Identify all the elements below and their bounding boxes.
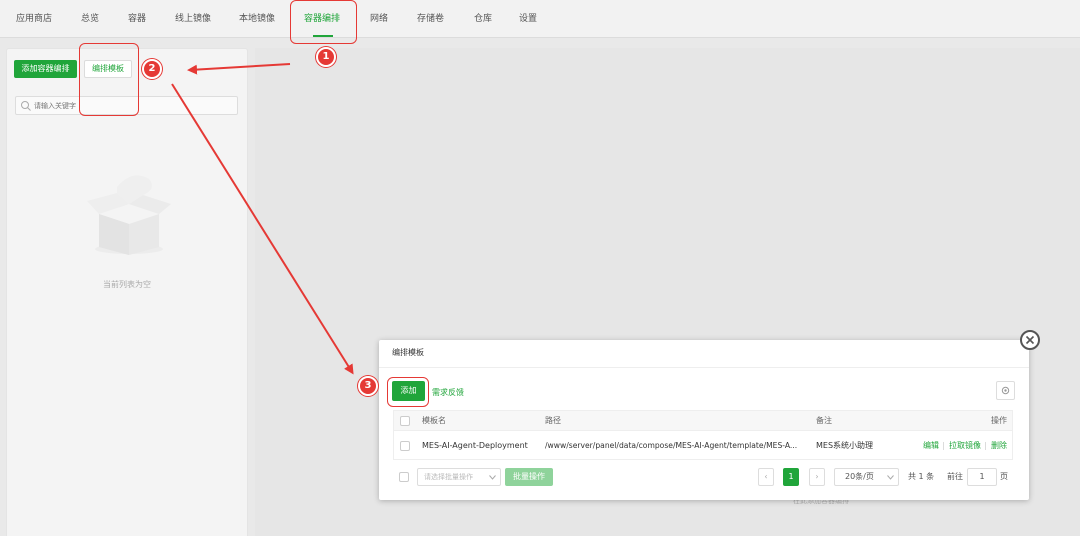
header-name: 模板名 [422, 416, 446, 425]
chevron-down-icon [489, 475, 496, 480]
template-name: MES-AI-Agent-Deployment [422, 441, 528, 450]
edit-link[interactable]: 编辑 [923, 440, 939, 452]
row-checkbox[interactable] [400, 441, 410, 451]
add-compose-button[interactable]: 添加容器编排 [14, 60, 77, 78]
page-size-value: 20条/页 [845, 472, 874, 481]
annotation-box-template-button [79, 43, 139, 116]
nav-tab-online-images[interactable]: 线上镜像 [175, 0, 211, 38]
goto-label: 前往 [947, 472, 963, 481]
template-dialog: 编排模板 添加 需求反馈 模板名 路径 备注 操作 MES-AI-Agent-D… [379, 340, 1029, 500]
batch-operation-select[interactable]: 请选择批量操作 [417, 468, 501, 486]
annotation-number-1: 1 [316, 47, 336, 67]
header-ops: 操作 [991, 416, 1007, 425]
nav-tab-app-store[interactable]: 应用商店 [16, 0, 52, 38]
nav-tab-settings[interactable]: 设置 [519, 0, 537, 38]
top-nav: 应用商店 总览 容器 线上镜像 本地镜像 容器编排 网络 存储卷 仓库 设置 [0, 0, 1080, 38]
dialog-title: 编排模板 [392, 348, 424, 357]
select-all-checkbox[interactable] [400, 416, 410, 426]
delete-link[interactable]: 删除 [991, 440, 1007, 452]
dialog-close-button[interactable] [1020, 330, 1040, 350]
chevron-down-icon [887, 475, 894, 480]
table-header: 模板名 路径 备注 操作 [394, 411, 1012, 431]
nav-tab-overview[interactable]: 总览 [81, 0, 99, 38]
annotation-box-add-button [387, 377, 429, 407]
pull-image-link[interactable]: 拉取镜像 [949, 440, 981, 452]
op-separator: | [942, 441, 945, 450]
annotation-number-2: 2 [142, 59, 162, 79]
batch-operation-button[interactable]: 批量操作 [505, 468, 553, 486]
total-count: 共 1 条 [908, 472, 935, 481]
feedback-link[interactable]: 需求反馈 [432, 387, 464, 398]
settings-button[interactable] [996, 381, 1015, 400]
nav-tab-containers[interactable]: 容器 [128, 0, 146, 38]
next-page-button[interactable]: › [809, 468, 825, 486]
compose-list-panel: 添加容器编排 编排模板 当前列表为空 [6, 48, 248, 536]
empty-box-icon [87, 175, 171, 255]
dialog-divider [379, 367, 1029, 368]
page-size-select[interactable]: 20条/页 [834, 468, 899, 486]
footer-select-all-checkbox[interactable] [399, 472, 409, 482]
op-separator: | [984, 441, 987, 450]
empty-list-text: 当前列表为空 [103, 280, 151, 289]
annotation-number-3: 3 [358, 376, 378, 396]
batch-select-placeholder: 请选择批量操作 [424, 473, 473, 481]
header-remark: 备注 [816, 416, 832, 425]
prev-page-button[interactable]: ‹ [758, 468, 774, 486]
close-icon [1025, 335, 1035, 345]
annotation-box-compose-tab [290, 0, 357, 44]
gear-icon [1001, 386, 1010, 395]
nav-tab-network[interactable]: 网络 [370, 0, 388, 38]
goto-page-input[interactable]: 1 [967, 468, 997, 486]
table-row: MES-AI-Agent-Deployment /www/server/pane… [394, 432, 1012, 460]
search-icon [21, 101, 31, 111]
page-unit: 页 [1000, 472, 1008, 481]
nav-tab-local-images[interactable]: 本地镜像 [239, 0, 275, 38]
nav-tab-volumes[interactable]: 存储卷 [417, 0, 444, 38]
template-path: /www/server/panel/data/compose/MES-AI-Ag… [545, 441, 798, 450]
current-page-button[interactable]: 1 [783, 468, 799, 486]
template-remark: MES系统小助理 [816, 441, 874, 450]
nav-tab-registry[interactable]: 仓库 [474, 0, 492, 38]
template-table: 模板名 路径 备注 操作 MES-AI-Agent-Deployment /ww… [393, 410, 1013, 460]
header-path: 路径 [545, 416, 561, 425]
